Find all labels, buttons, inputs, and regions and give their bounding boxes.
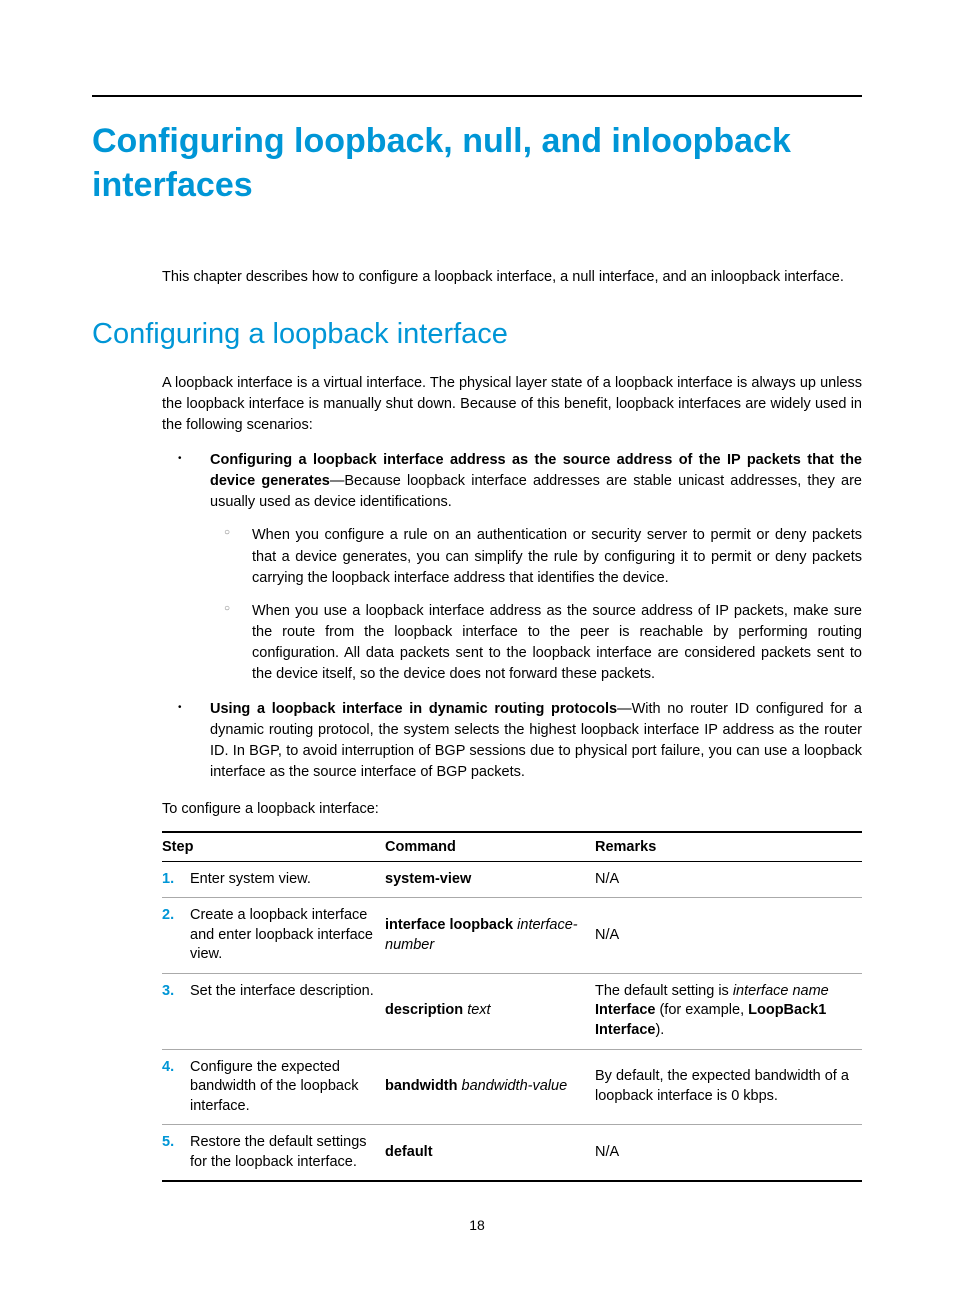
bullet-lead: Using a loopback interface in dynamic ro…	[210, 701, 617, 717]
horizontal-rule	[92, 95, 862, 97]
sub-list-item: When you configure a rule on an authenti…	[210, 525, 862, 588]
section-paragraph: A loopback interface is a virtual interf…	[162, 373, 862, 436]
step-number: 2.	[162, 898, 190, 974]
table-header-command: Command	[385, 832, 595, 862]
table-lead-in: To configure a loopback interface:	[162, 801, 862, 817]
list-item: Configuring a loopback interface address…	[162, 450, 862, 684]
sub-list-item: When you use a loopback interface addres…	[210, 601, 862, 685]
bullet-list: Configuring a loopback interface address…	[162, 450, 862, 782]
step-description: Enter system view.	[190, 861, 385, 898]
remarks-cell: N/A	[595, 861, 862, 898]
sub-bullet-list: When you configure a rule on an authenti…	[210, 525, 862, 684]
command-cell: system-view	[385, 861, 595, 898]
list-item: Using a loopback interface in dynamic ro…	[162, 699, 862, 783]
table-row: 5. Restore the default settings for the …	[162, 1125, 862, 1182]
remarks-cell: N/A	[595, 898, 862, 974]
step-number: 5.	[162, 1125, 190, 1182]
section-heading: Configuring a loopback interface	[92, 318, 862, 351]
table-row: 1. Enter system view. system-view N/A	[162, 861, 862, 898]
command-cell: bandwidth bandwidth-value	[385, 1049, 595, 1125]
step-number: 1.	[162, 861, 190, 898]
remarks-cell: N/A	[595, 1125, 862, 1182]
table-row: 2. Create a loopback interface and enter…	[162, 898, 862, 974]
remarks-cell: By default, the expected bandwidth of a …	[595, 1049, 862, 1125]
command-cell: default	[385, 1125, 595, 1182]
remarks-cell: The default setting is interface name In…	[595, 973, 862, 1049]
table-header-remarks: Remarks	[595, 832, 862, 862]
step-description: Configure the expected bandwidth of the …	[190, 1049, 385, 1125]
page-number: 18	[92, 1217, 862, 1233]
step-number: 4.	[162, 1049, 190, 1125]
step-description: Set the interface description.	[190, 973, 385, 1049]
intro-paragraph: This chapter describes how to configure …	[162, 267, 862, 288]
table-row: 4. Configure the expected bandwidth of t…	[162, 1049, 862, 1125]
table-row: 3. Set the interface description. descri…	[162, 973, 862, 1049]
config-table: Step Command Remarks 1. Enter system vie…	[162, 831, 862, 1183]
step-description: Restore the default settings for the loo…	[190, 1125, 385, 1182]
page-title: Configuring loopback, null, and inloopba…	[92, 119, 862, 207]
step-number: 3.	[162, 973, 190, 1049]
table-body: 1. Enter system view. system-view N/A 2.…	[162, 861, 862, 1181]
table-header-step: Step	[162, 832, 385, 862]
step-description: Create a loopback interface and enter lo…	[190, 898, 385, 974]
command-cell: description text	[385, 973, 595, 1049]
command-cell: interface loopback interface-number	[385, 898, 595, 974]
